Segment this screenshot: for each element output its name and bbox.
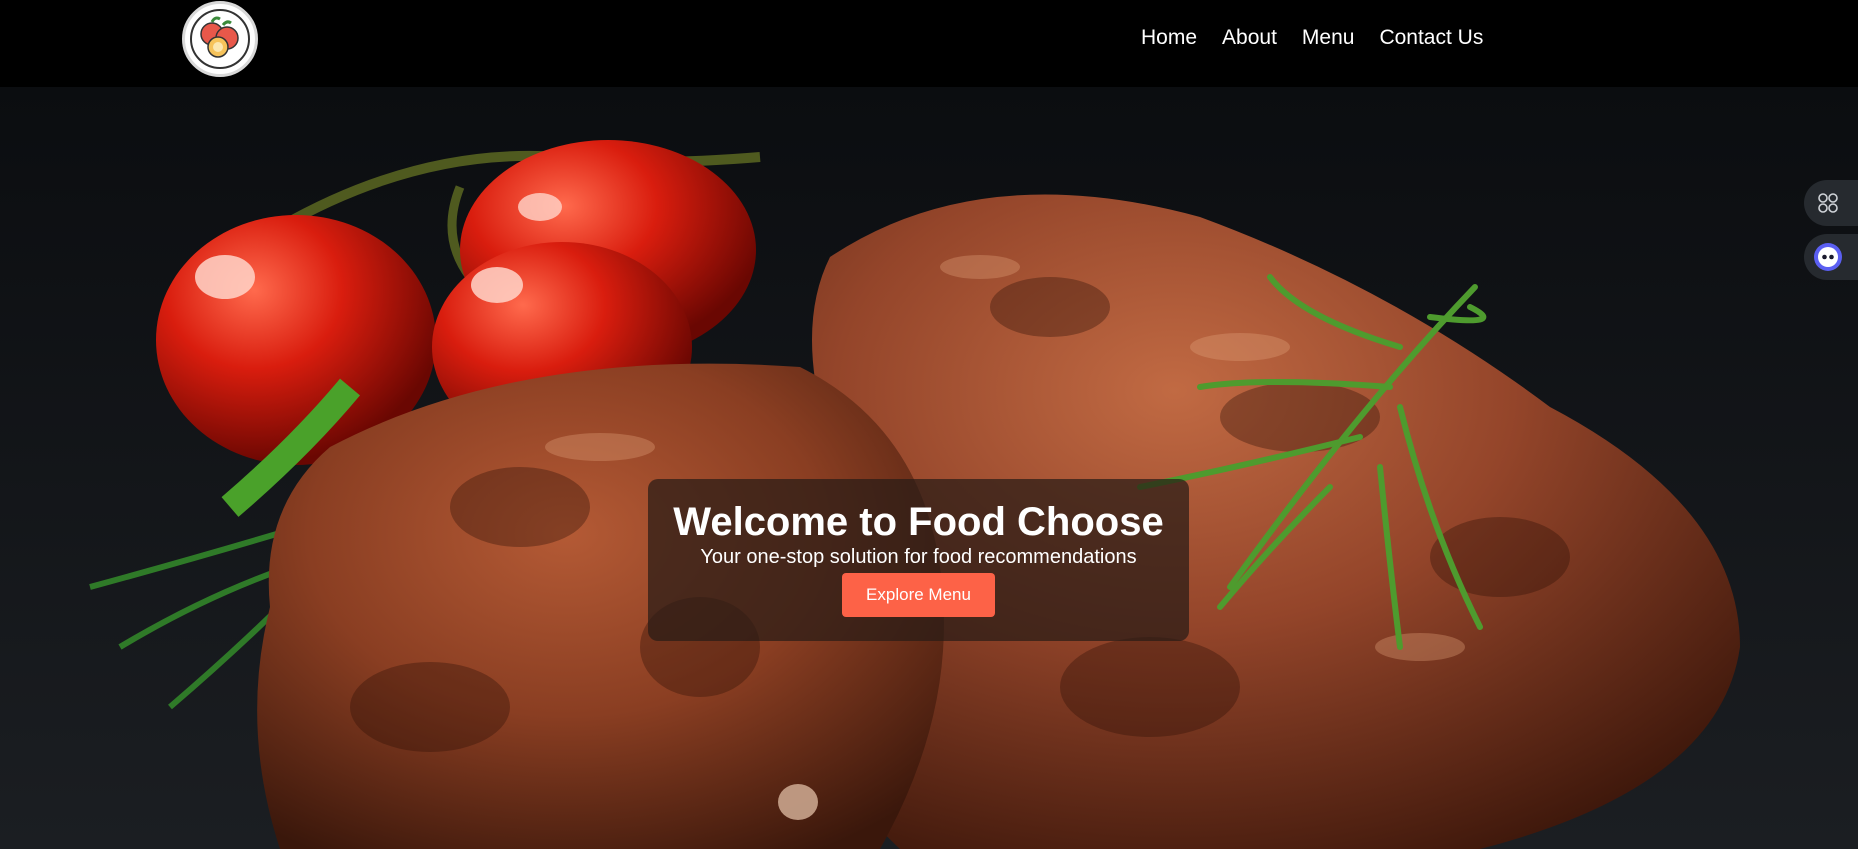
grid-icon bbox=[1814, 189, 1842, 217]
nav-contact-us[interactable]: Contact Us bbox=[1379, 22, 1483, 54]
nav-menu[interactable]: Menu bbox=[1302, 22, 1355, 54]
page: Home About Menu Contact Us Welcome to Fo… bbox=[0, 0, 1858, 849]
hero-overlay: Welcome to Food Choose Your one-stop sol… bbox=[648, 479, 1189, 641]
nav-about[interactable]: About bbox=[1222, 22, 1277, 54]
hero-food-image bbox=[0, 87, 1858, 849]
side-widget-assistant[interactable] bbox=[1804, 234, 1858, 280]
navbar: Home About Menu Contact Us bbox=[0, 0, 1858, 87]
nav-home[interactable]: Home bbox=[1141, 22, 1197, 54]
logo[interactable] bbox=[182, 1, 258, 77]
side-widget-apps[interactable] bbox=[1804, 180, 1858, 226]
main-nav: Home About Menu Contact Us bbox=[1141, 22, 1483, 54]
assistant-face-icon bbox=[1814, 243, 1842, 271]
hero-section: Welcome to Food Choose Your one-stop sol… bbox=[0, 87, 1858, 849]
hero-subtitle: Your one-stop solution for food recommen… bbox=[700, 546, 1137, 568]
logo-icon bbox=[190, 9, 250, 69]
explore-menu-button[interactable]: Explore Menu bbox=[842, 573, 995, 617]
hero-title: Welcome to Food Choose bbox=[673, 500, 1164, 544]
